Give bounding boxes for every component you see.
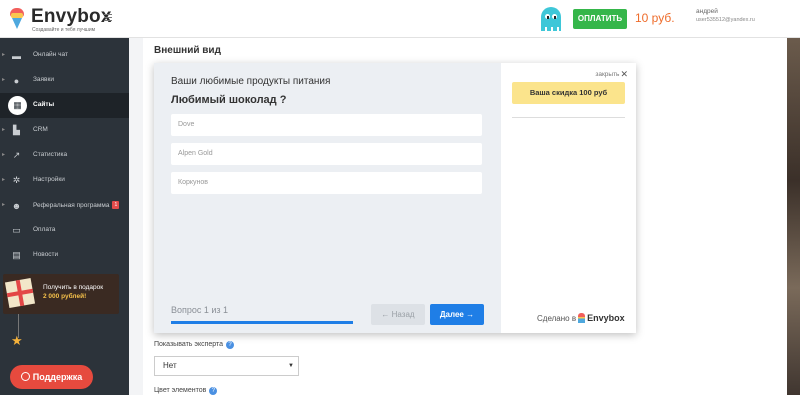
sidebar-item-label: Заявки bbox=[33, 76, 54, 83]
progress-bar bbox=[171, 321, 353, 324]
help-icon[interactable]: ? bbox=[209, 387, 218, 395]
brand-tagline: Создавайте и тебя лучшим bbox=[32, 27, 96, 33]
sidebar-item-online-chat[interactable]: ▸ ▬ Онлайн чат bbox=[0, 43, 129, 68]
gift-promo-banner[interactable]: Получить в подарок 2 000 рублей! bbox=[3, 274, 119, 314]
sidebar-item-statistics[interactable]: ▸ ↗ Статистика bbox=[0, 143, 129, 168]
discount-badge: Ваша скидка 100 руб bbox=[512, 82, 625, 104]
sidebar-item-label: Новости bbox=[33, 251, 59, 258]
quiz-panel: Ваши любимые продукты питания Любимый шо… bbox=[154, 63, 501, 333]
back-button[interactable]: ← Назад bbox=[371, 304, 425, 325]
envybox-logo-icon bbox=[578, 313, 586, 323]
user-icon: ● bbox=[13, 75, 20, 86]
crm-icon: ▙ bbox=[13, 125, 20, 135]
sidebar-item-label: CRM bbox=[33, 126, 48, 133]
sidebar-item-label: Реферальная программа 1 bbox=[33, 201, 120, 209]
arrow-right-icon: → bbox=[466, 310, 475, 319]
support-icon bbox=[20, 372, 30, 381]
promo-amount: 2 000 рублей! bbox=[43, 293, 87, 300]
show-expert-select[interactable]: Нет ▼ bbox=[154, 356, 299, 376]
progress-label: Вопрос 1 из 1 bbox=[171, 305, 229, 315]
dropdown-arrow-icon: ▼ bbox=[288, 363, 294, 369]
grid-icon: ▦ bbox=[8, 96, 27, 115]
referral-badge: 1 bbox=[112, 201, 120, 209]
sidebar-item-label: Настройки bbox=[33, 176, 65, 183]
star-icon: ★ bbox=[11, 333, 23, 348]
sidebar-item-label: Онлайн чат bbox=[33, 51, 68, 58]
show-expert-label: Показывать эксперта? bbox=[154, 341, 235, 349]
elements-color-label: Цвет элементов? bbox=[154, 387, 218, 395]
logo-icon[interactable] bbox=[9, 8, 27, 30]
section-title: Внешний вид bbox=[154, 45, 221, 56]
help-icon[interactable]: ? bbox=[226, 341, 235, 349]
divider bbox=[512, 117, 625, 118]
card-icon: ▭ bbox=[12, 225, 21, 235]
chat-icon: ▬ bbox=[12, 50, 21, 61]
people-icon: ☻ bbox=[11, 200, 22, 211]
chart-icon: ↗ bbox=[12, 150, 21, 160]
answer-option[interactable]: Коркунов bbox=[171, 172, 482, 194]
close-link[interactable]: закрыть✕ bbox=[595, 69, 628, 80]
menu-toggle-icon[interactable] bbox=[104, 14, 112, 22]
close-icon: ✕ bbox=[620, 69, 628, 79]
sidebar-item-settings[interactable]: ▸ ✲ Настройки bbox=[0, 168, 129, 193]
sidebar-item-requests[interactable]: ▸ ● Заявки bbox=[0, 68, 129, 93]
made-by-envybox[interactable]: Сделано в Envybox bbox=[537, 313, 625, 323]
quiz-sidebar: закрыть✕ Ваша скидка 100 руб Сделано в En… bbox=[501, 63, 636, 333]
quiz-title: Ваши любимые продукты питания bbox=[171, 76, 331, 87]
top-bar: Envybox Создавайте и тебя лучшим ОПЛАТИТ… bbox=[0, 0, 800, 38]
arrow-left-icon: ← bbox=[381, 310, 390, 319]
promo-text: Получить в подарок bbox=[43, 284, 104, 291]
brand-name[interactable]: Envybox bbox=[31, 6, 112, 28]
gear-icon: ✲ bbox=[12, 175, 21, 185]
decorative-border bbox=[787, 38, 800, 395]
sidebar-item-news[interactable]: ▤ Новости bbox=[0, 243, 129, 268]
next-button[interactable]: Далее → bbox=[430, 304, 484, 325]
news-icon: ▤ bbox=[12, 250, 21, 260]
ghost-mascot-icon bbox=[541, 7, 561, 31]
sidebar-item-sites[interactable]: ▦ Сайты bbox=[0, 93, 129, 118]
gift-icon bbox=[4, 277, 36, 309]
answer-option[interactable]: Dove bbox=[171, 114, 482, 136]
quiz-widget-preview: Ваши любимые продукты питания Любимый шо… bbox=[154, 63, 636, 333]
user-email[interactable]: user535512@yandex.ru bbox=[696, 17, 755, 23]
balance-amount: 10 руб. bbox=[635, 11, 675, 25]
sidebar-item-crm[interactable]: ▸ ▙ CRM bbox=[0, 118, 129, 143]
quiz-question: Любимый шоколад ? bbox=[171, 94, 287, 106]
sidebar-item-payment[interactable]: ▭ Оплата bbox=[0, 218, 129, 243]
pay-button[interactable]: ОПЛАТИТЬ bbox=[573, 9, 627, 29]
user-name[interactable]: андрей bbox=[696, 8, 718, 15]
answer-option[interactable]: Alpen Gold bbox=[171, 143, 482, 165]
sidebar-item-label: Статистика bbox=[33, 151, 68, 158]
sidebar-item-label: Сайты bbox=[33, 101, 55, 108]
sidebar-item-label: Оплата bbox=[33, 226, 56, 233]
support-button[interactable]: Поддержка bbox=[10, 365, 93, 389]
sidebar-item-referral[interactable]: ▸ ☻ Реферальная программа 1 bbox=[0, 193, 129, 218]
progress-fill bbox=[171, 321, 353, 324]
